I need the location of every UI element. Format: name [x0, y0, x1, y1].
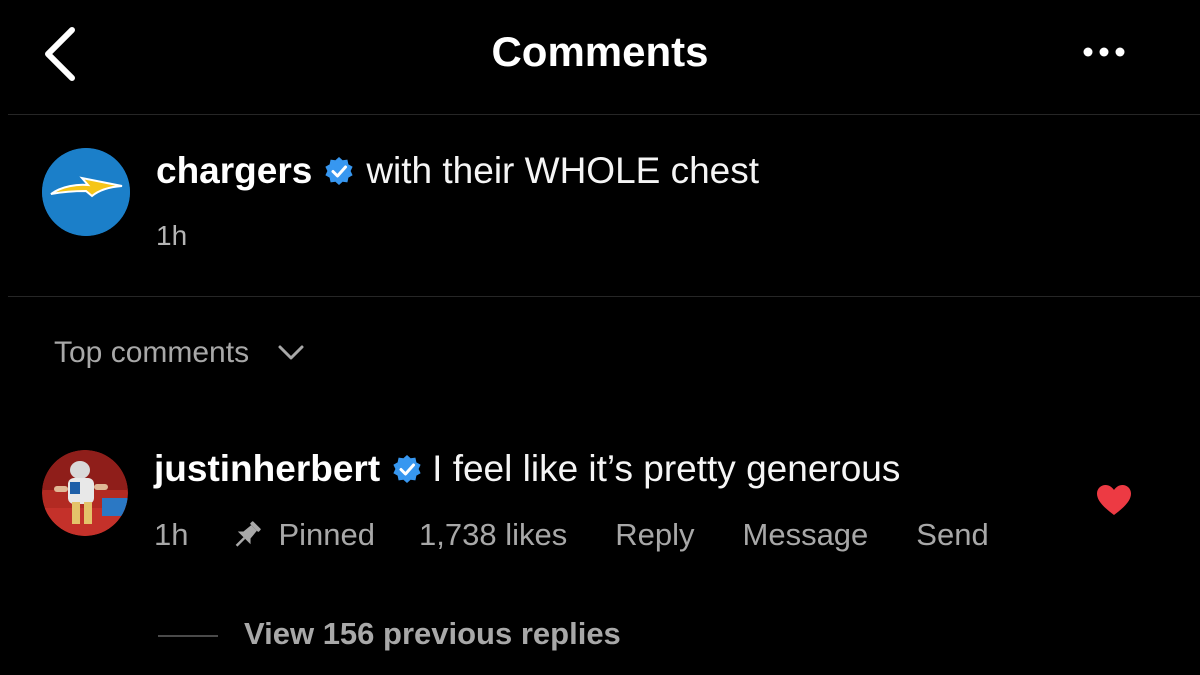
comment-text: I feel like it’s pretty generous: [432, 448, 901, 489]
comment-timestamp: 1h: [154, 517, 189, 552]
like-comment-button[interactable]: [1096, 484, 1132, 516]
view-replies-button[interactable]: View 156 previous replies: [244, 616, 621, 652]
pin-icon: [236, 521, 262, 547]
verified-badge-icon: [325, 157, 353, 185]
caption: chargers with their WHOLE chest: [156, 150, 759, 192]
message-button[interactable]: Message: [743, 517, 869, 553]
sort-label: Top comments: [54, 336, 250, 369]
sort-comments-dropdown[interactable]: Top comments: [54, 336, 305, 370]
chargers-avatar[interactable]: [42, 148, 130, 236]
comment-actions: 1h Pinned 1,738 likes Reply Message Send: [154, 514, 1037, 556]
heart-filled-icon: [1097, 485, 1131, 515]
player-photo: [42, 450, 128, 536]
justinherbert-avatar[interactable]: [42, 450, 128, 536]
header-divider: [8, 114, 1200, 115]
replies-line: [158, 635, 218, 637]
caption-username[interactable]: chargers: [156, 150, 312, 192]
caption-text: with their WHOLE chest: [366, 150, 760, 191]
caption-timestamp: 1h: [156, 220, 188, 251]
comment-body: justinherbert I feel like it’s pretty ge…: [154, 448, 900, 490]
more-options-button[interactable]: [1080, 42, 1130, 62]
page-title: Comments: [491, 28, 709, 75]
pinned-label: Pinned: [278, 517, 376, 552]
chargers-bolt-logo: [42, 148, 130, 236]
caption-divider: [8, 296, 1200, 297]
comment-username[interactable]: justinherbert: [154, 448, 380, 490]
likes-count[interactable]: 1,738 likes: [419, 517, 567, 553]
send-button[interactable]: Send: [916, 517, 988, 553]
verified-badge-icon: [393, 455, 421, 483]
more-horizontal-icon: [1083, 47, 1125, 57]
chevron-down-icon: [278, 345, 304, 360]
pinned-indicator: Pinned: [230, 517, 375, 553]
reply-button[interactable]: Reply: [615, 517, 694, 553]
